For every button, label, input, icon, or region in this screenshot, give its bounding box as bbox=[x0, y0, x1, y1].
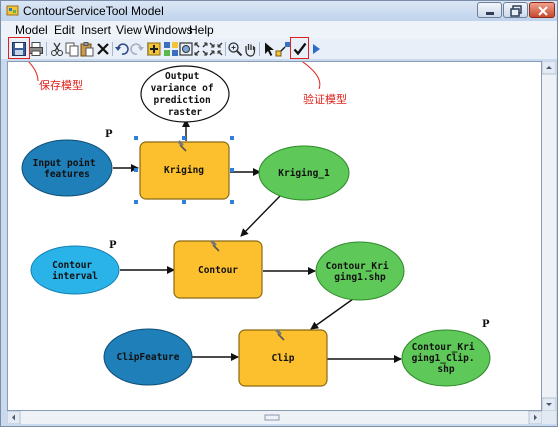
vertical-scrollbar[interactable] bbox=[541, 60, 557, 412]
maximize-button[interactable] bbox=[503, 2, 528, 18]
clip-output-label: shp bbox=[437, 364, 454, 375]
menu-bar: Model Edit Insert View Windows Help bbox=[1, 21, 557, 39]
save-model-annotation: 保存模型 bbox=[39, 80, 83, 92]
connector-contourshp-to-clip bbox=[310, 298, 354, 330]
clip-output-label: ging1_Clip. bbox=[412, 353, 475, 364]
validate-model-annotation: 验证模型 bbox=[303, 94, 347, 106]
paste-icon bbox=[80, 42, 94, 57]
delete-icon bbox=[97, 43, 109, 55]
save-highlight-box bbox=[8, 37, 30, 59]
input-point-features-label: features bbox=[44, 169, 90, 180]
horizontal-scrollbar[interactable] bbox=[6, 410, 543, 425]
delete-button[interactable] bbox=[95, 41, 111, 57]
output-variance-label: raster bbox=[168, 107, 203, 118]
connect-button[interactable] bbox=[275, 41, 291, 57]
toolbar-separator bbox=[225, 42, 226, 56]
horizontal-scrollbar-arrows bbox=[6, 410, 543, 425]
copy-button[interactable] bbox=[64, 41, 80, 57]
contour-interval-label: interval bbox=[52, 271, 98, 282]
connector-kriging1-to-contour bbox=[240, 194, 282, 237]
minimize-button[interactable] bbox=[477, 2, 502, 18]
title-bar: ContourServiceTool Model bbox=[1, 1, 557, 21]
model-window: ContourServiceTool Model Model Edit Inse… bbox=[0, 0, 558, 427]
contour-output-label: Contour_Kri bbox=[326, 261, 389, 272]
input-point-features-label: Input point bbox=[33, 158, 96, 169]
run-button[interactable] bbox=[308, 41, 324, 57]
copy-icon bbox=[65, 42, 79, 57]
toolbar bbox=[1, 39, 557, 59]
window-title: ContourServiceTool Model bbox=[23, 4, 164, 18]
add-data-button[interactable] bbox=[146, 41, 162, 57]
resize-grip[interactable] bbox=[542, 411, 556, 424]
minimize-icon bbox=[486, 12, 494, 15]
connect-icon bbox=[275, 42, 290, 57]
cut-button[interactable] bbox=[49, 41, 65, 57]
save-annotation-arrow bbox=[28, 62, 39, 82]
add-data-icon bbox=[147, 42, 161, 56]
contour-output-label: ging1.shp bbox=[334, 272, 386, 283]
parameter-marker: P bbox=[105, 129, 113, 140]
restore-icon bbox=[510, 5, 522, 17]
paste-button[interactable] bbox=[79, 41, 95, 57]
close-button[interactable] bbox=[529, 2, 555, 18]
zoom-in-fixed-button[interactable] bbox=[193, 41, 209, 57]
menu-insert[interactable]: Insert bbox=[81, 23, 111, 37]
zoom-in-button[interactable] bbox=[227, 41, 243, 57]
validate-highlight-box bbox=[290, 37, 309, 59]
zoom-out-fixed-button[interactable] bbox=[208, 41, 224, 57]
menu-help[interactable]: Help bbox=[189, 23, 214, 37]
zoom-out-fixed-icon bbox=[209, 42, 223, 56]
redo-button[interactable] bbox=[129, 41, 145, 57]
clip-feature-label: ClipFeature bbox=[117, 352, 180, 363]
full-extent-icon bbox=[179, 42, 193, 56]
model-canvas[interactable]: Output variance of prediction raster Inp… bbox=[7, 61, 542, 411]
print-button[interactable] bbox=[28, 41, 44, 57]
clip-tool-label: Clip bbox=[272, 353, 295, 364]
close-icon bbox=[538, 6, 548, 16]
menu-view[interactable]: View bbox=[116, 23, 142, 37]
vertical-scrollbar-arrows bbox=[541, 60, 557, 412]
cut-icon bbox=[51, 42, 63, 56]
parameter-marker: P bbox=[482, 319, 490, 330]
toolbar-separator bbox=[46, 42, 47, 56]
parameter-marker: P bbox=[109, 240, 117, 251]
kriging-tool-label: Kriging bbox=[164, 165, 204, 176]
pan-icon bbox=[245, 44, 256, 57]
validate-annotation-arrow bbox=[301, 62, 321, 90]
menu-windows[interactable]: Windows bbox=[144, 23, 193, 37]
svg-text:Contour_Kri ging1.shp: Contour_Kri ging1.shp bbox=[326, 261, 395, 283]
model-diagram: Output variance of prediction raster Inp… bbox=[21, 62, 491, 387]
auto-layout-icon bbox=[164, 42, 178, 56]
zoom-in-icon bbox=[228, 42, 243, 57]
toolbar-separator bbox=[112, 42, 113, 56]
toolbar-separator bbox=[259, 42, 260, 56]
print-icon bbox=[29, 42, 43, 56]
clip-output-label: Contour_Kri bbox=[412, 342, 475, 353]
redo-icon bbox=[130, 43, 144, 55]
svg-text:Contour interval: Contour interval bbox=[52, 260, 98, 282]
app-icon bbox=[6, 5, 19, 16]
undo-icon bbox=[115, 43, 129, 55]
zoom-in-fixed-icon bbox=[194, 42, 208, 56]
menu-model[interactable]: Model bbox=[15, 23, 48, 37]
contour-interval-label: Contour bbox=[52, 260, 92, 271]
run-icon bbox=[313, 44, 320, 54]
auto-layout-button[interactable] bbox=[163, 41, 179, 57]
undo-button[interactable] bbox=[114, 41, 130, 57]
output-variance-label: prediction bbox=[154, 95, 211, 106]
pan-button[interactable] bbox=[242, 41, 258, 57]
menu-edit[interactable]: Edit bbox=[54, 23, 75, 37]
kriging-output-label: Kriging_1 bbox=[278, 168, 330, 179]
output-variance-label: variance of bbox=[151, 83, 214, 94]
contour-tool-label: Contour bbox=[198, 265, 238, 276]
full-extent-button[interactable] bbox=[178, 41, 194, 57]
output-variance-label: Output bbox=[165, 71, 199, 82]
